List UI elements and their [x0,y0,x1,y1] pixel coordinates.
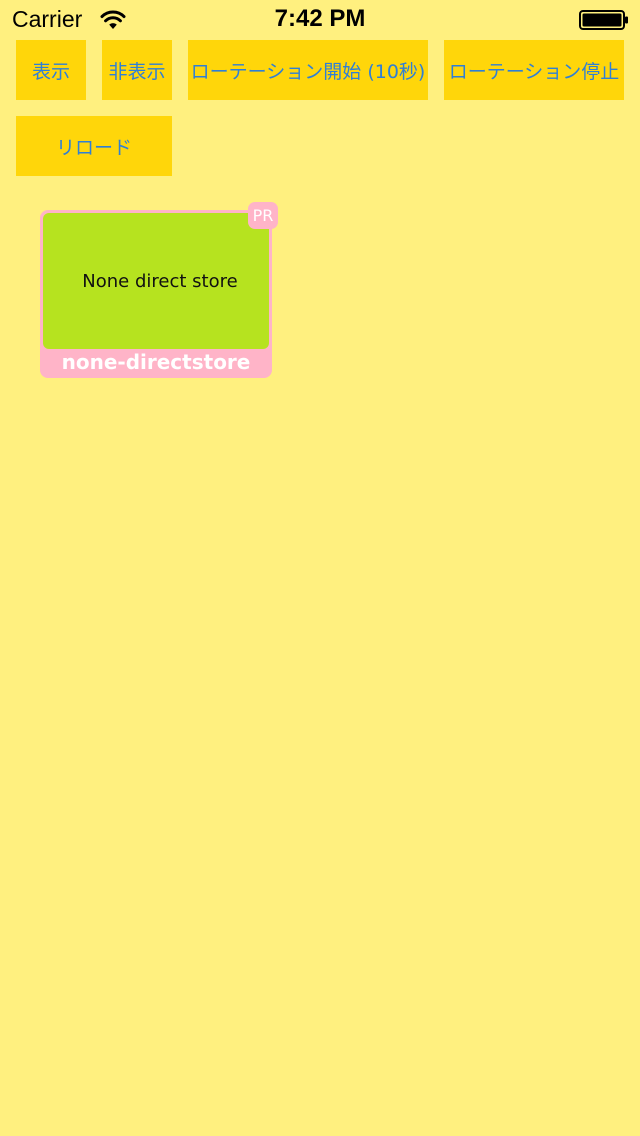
reload-button[interactable]: リロード [16,116,172,176]
hide-button[interactable]: 非表示 [102,40,172,100]
show-button[interactable]: 表示 [16,40,86,100]
pr-badge: PR [248,202,278,229]
battery-full-icon [579,10,628,30]
status-time: 7:42 PM [274,5,366,32]
ad-creative-text: None direct store [82,270,238,292]
ad-creative[interactable]: None direct store [43,213,269,349]
status-bar: Carrier 7:42 PM [0,0,640,40]
ad-caption: none-directstore [61,350,251,374]
rotation-stop-button[interactable]: ローテーション停止 [444,40,624,100]
ad-card[interactable]: None direct store none-directstore [40,210,272,378]
rotation-start-button[interactable]: ローテーション開始 (10秒) [188,40,428,100]
